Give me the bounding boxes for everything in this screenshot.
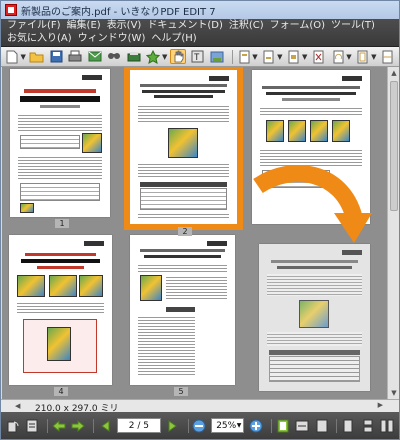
title-bar: 新製品のご案内.pdf - いきなりPDF EDIT 7 [1,1,399,19]
page-delete-icon[interactable] [310,49,325,64]
continuous-layout-icon[interactable] [360,418,376,434]
new-document-icon[interactable] [4,49,19,64]
forward-arrow-icon[interactable] [71,418,87,434]
fit-page-icon[interactable] [275,418,291,434]
next-page-icon[interactable] [165,418,181,434]
zoom-select[interactable]: 25% ▼ [211,418,245,433]
page-extract-dropdown-icon[interactable]: ▼ [277,53,282,61]
page-insert-icon[interactable] [236,49,251,64]
move-arrow-icon [253,165,372,243]
page-number-input[interactable]: 2 / 5 [116,418,162,433]
menu-edit[interactable]: 編集(E) [67,19,101,32]
open-folder-icon[interactable] [29,49,44,64]
zoom-in-icon[interactable] [248,418,264,434]
scroll-left-arrow-icon[interactable]: ◀ [15,402,23,411]
actual-size-icon[interactable] [314,418,330,434]
status-bar: ◀ 210.0 x 297.0 ミリ ▶ [1,399,399,414]
page-insert-dropdown-icon[interactable]: ▼ [252,53,257,61]
two-page-layout-icon[interactable] [379,418,395,434]
rotate-page-icon[interactable] [5,418,21,434]
email-icon[interactable] [87,49,102,64]
nav-separator [336,418,338,433]
fit-width-icon[interactable] [294,418,310,434]
menu-help[interactable]: ヘルプ(H) [151,32,196,45]
back-arrow-icon[interactable] [51,418,67,434]
scroll-down-arrow-icon[interactable]: ▼ [388,387,400,399]
snapshot-icon[interactable] [209,49,224,64]
app-logo-icon [5,4,17,16]
page-rotate-icon[interactable] [330,49,345,64]
page-replace-icon[interactable] [286,49,301,64]
main-toolbar: ▼ ▼ T ▼ ▼ ▼ ▼ ▼ [1,47,399,67]
vertical-scrollbar[interactable]: ▲ ▼ [387,67,399,399]
save-icon[interactable] [48,49,63,64]
menu-comment[interactable]: 注釈(C) [229,19,264,32]
menu-file[interactable]: ファイル(F) [7,19,61,32]
window-title: 新製品のご案内.pdf - いきなりPDF EDIT 7 [21,6,216,18]
hand-tool-icon[interactable] [170,49,186,64]
favorite-dropdown-icon[interactable]: ▼ [162,53,167,61]
zoom-dropdown-icon[interactable]: ▼ [237,422,242,429]
menu-window[interactable]: ウィンドウ(W) [78,32,146,45]
menu-favorites[interactable]: お気に入り(A) [7,32,72,45]
menu-bar: ファイル(F) 編集(E) 表示(V) ドキュメント(D) 注釈(C) フォーム… [1,19,399,47]
single-page-layout-icon[interactable] [340,418,356,434]
page-properties-icon[interactable] [25,418,41,434]
page-split-icon[interactable] [379,49,394,64]
app-window: 新製品のご案内.pdf - いきなりPDF EDIT 7 ファイル(F) 編集(… [0,0,400,440]
page-crop-icon[interactable] [355,49,370,64]
page-thumbnail-view[interactable]: 1 4 5 2 [2,67,387,399]
favorite-star-icon[interactable] [146,49,161,64]
scroll-right-arrow-icon[interactable]: ▶ [378,401,383,409]
nav-separator [47,418,48,433]
nav-separator [187,418,189,433]
previous-page-icon[interactable] [97,418,113,434]
nav-separator [270,418,272,433]
zoom-out-icon[interactable] [192,418,208,434]
text-select-icon[interactable]: T [190,49,205,64]
navigation-bar: 2 / 5 25% ▼ [1,412,399,439]
page-extract-icon[interactable] [261,49,276,64]
page-rotate-dropdown-icon[interactable]: ▼ [346,53,351,61]
scrollbar-thumb[interactable] [390,81,398,211]
page-crop-dropdown-icon[interactable]: ▼ [371,53,376,61]
menu-form[interactable]: フォーム(O) [270,19,325,32]
print-icon[interactable] [68,49,83,64]
new-dropdown-icon[interactable]: ▼ [20,53,25,61]
page-replace-dropdown-icon[interactable]: ▼ [302,53,307,61]
zoom-value: 25% [216,420,237,431]
menu-view[interactable]: 表示(V) [107,19,142,32]
scan-icon[interactable] [126,49,141,64]
menu-tools[interactable]: ツール(T) [331,19,375,32]
find-icon[interactable] [107,49,122,64]
menu-document[interactable]: ドキュメント(D) [147,19,223,32]
toolbar-separator [231,49,233,64]
scroll-up-arrow-icon[interactable]: ▲ [388,67,400,79]
svg-text:T: T [194,52,200,62]
nav-separator [93,418,94,433]
